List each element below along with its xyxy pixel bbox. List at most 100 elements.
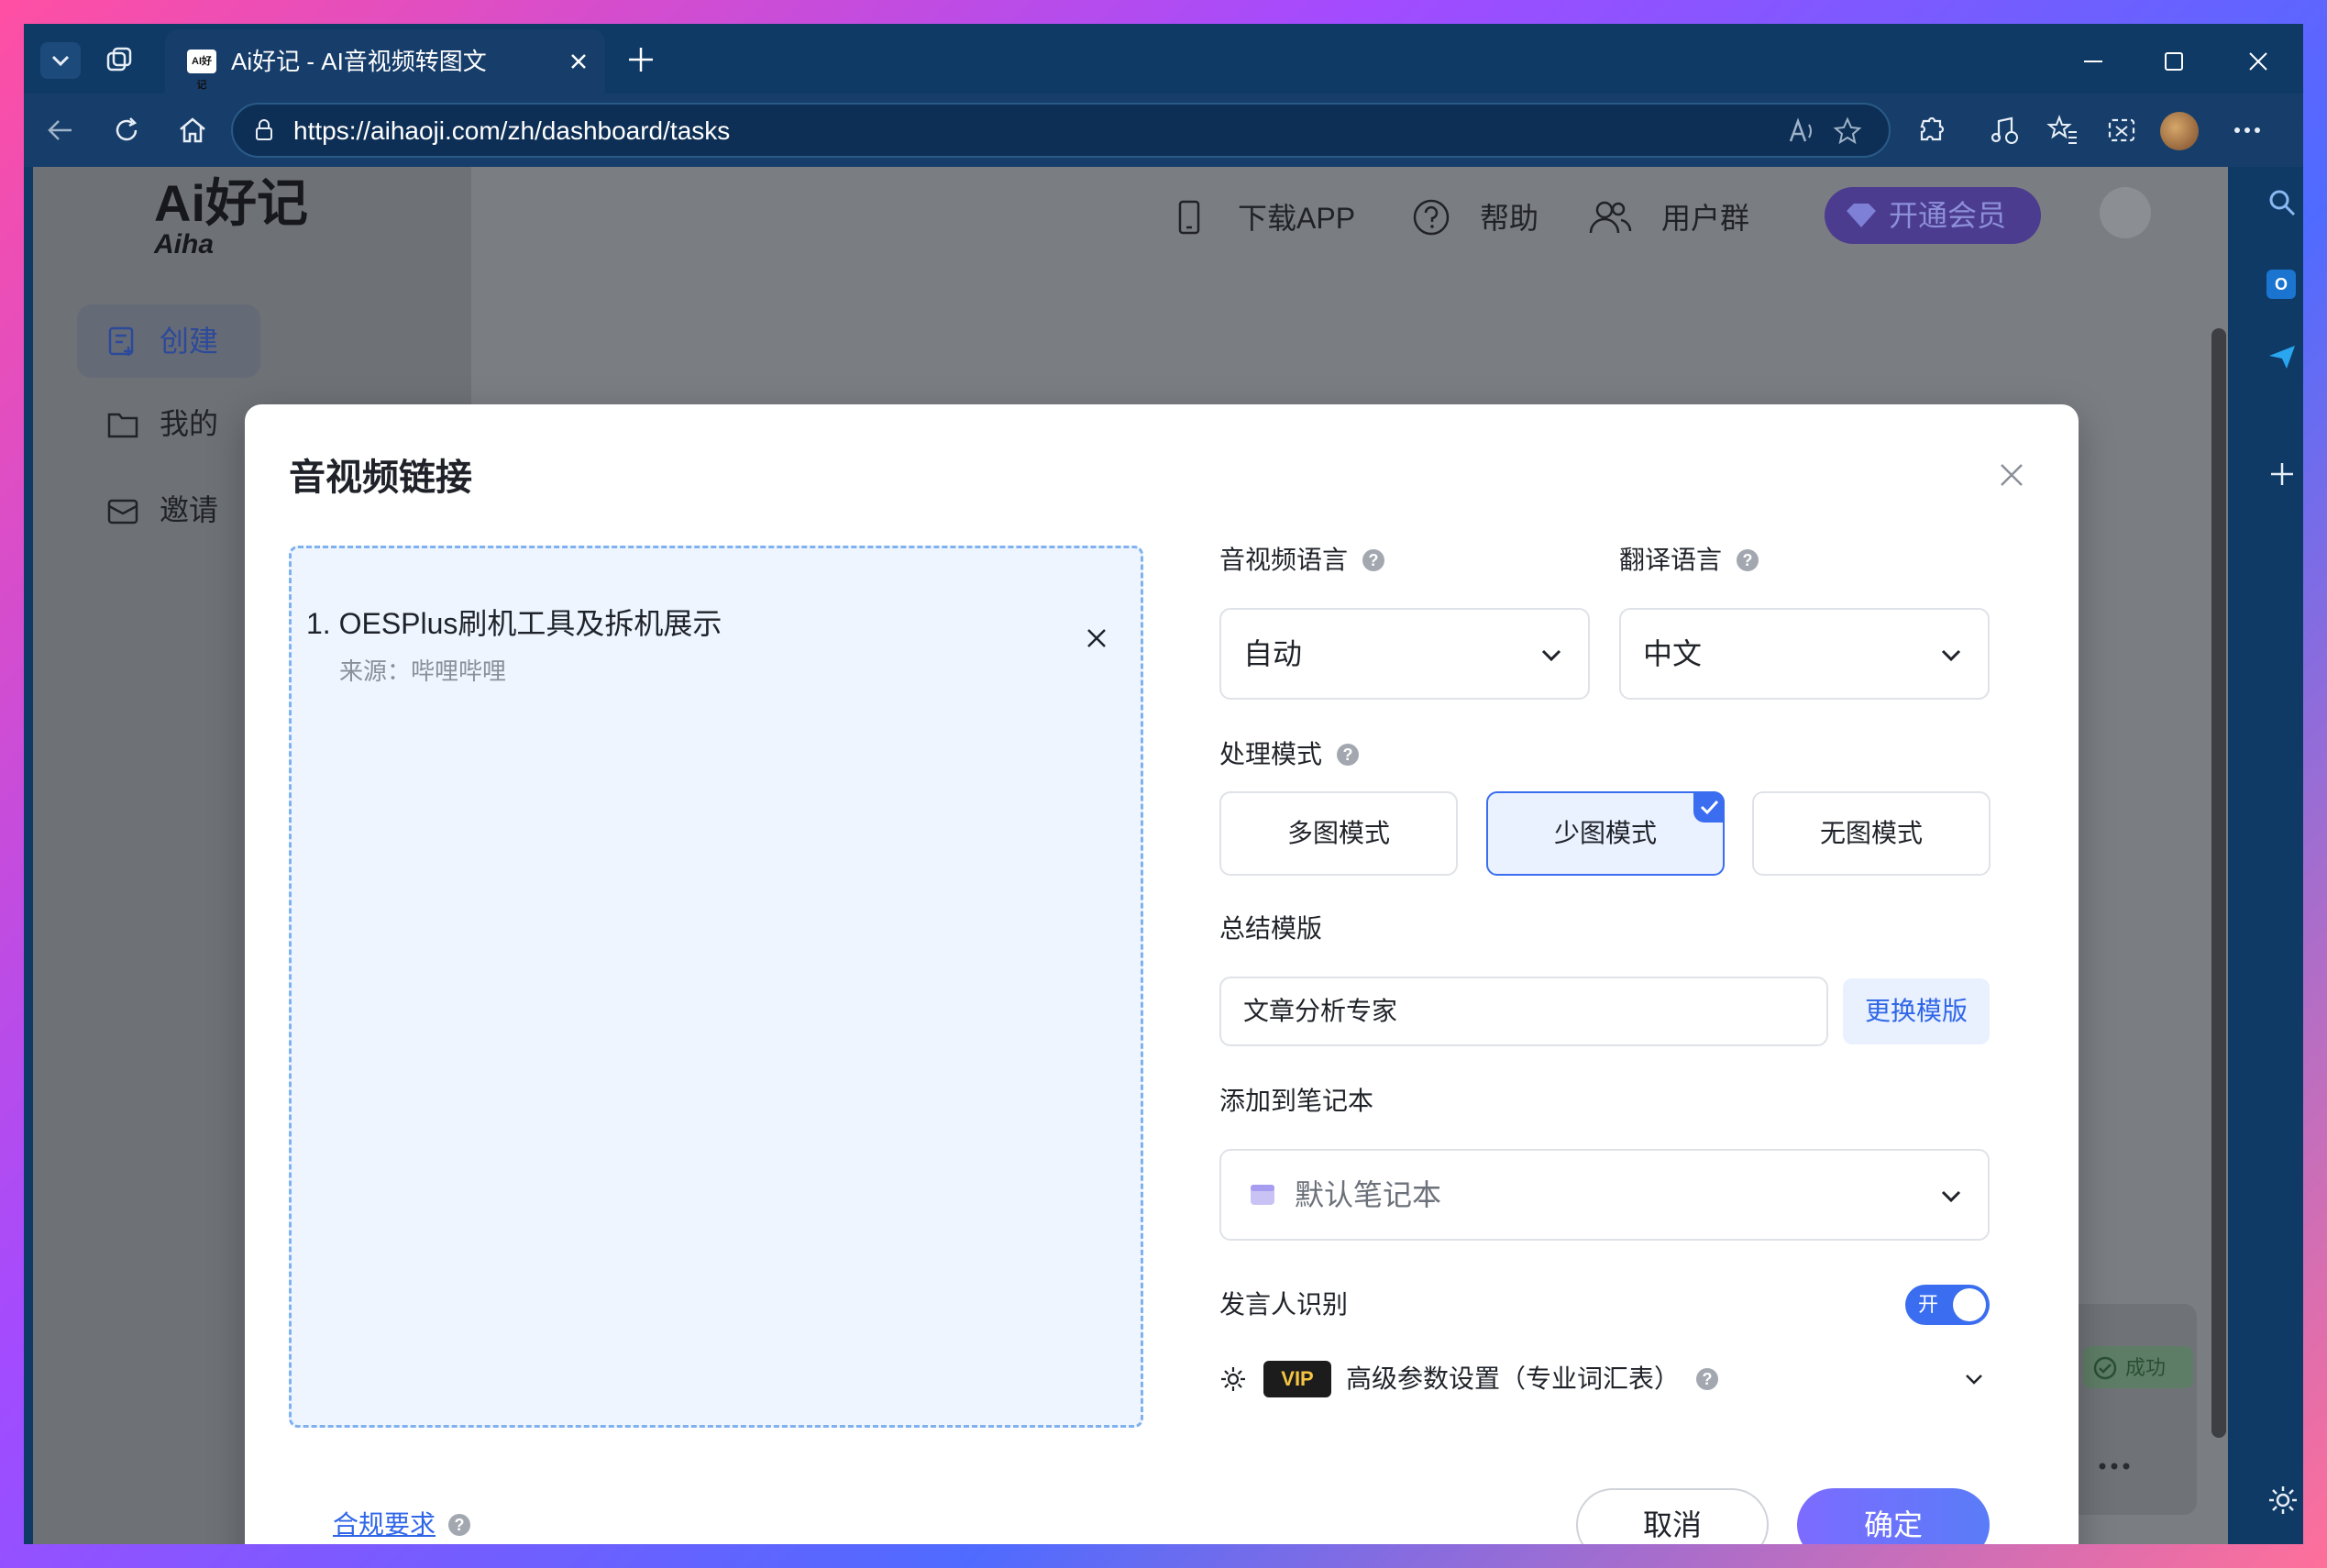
toggle-knob <box>1953 1288 1986 1321</box>
folder-icon <box>106 409 139 440</box>
notebook-value: 默认笔记本 <box>1295 1178 1442 1211</box>
advanced-settings-label: 高级参数设置（专业词汇表） <box>1346 1364 1681 1393</box>
screenshot-icon[interactable] <box>2105 114 2138 147</box>
help-circle-icon <box>1412 198 1450 237</box>
confirm-button[interactable]: 确定 <box>1797 1488 1990 1544</box>
address-toolbar: https://aihaoji.com/zh/dashboard/tasks <box>24 94 2303 167</box>
chevron-down-icon <box>1962 1367 1986 1391</box>
sidebar-item-label: 邀请 <box>160 493 219 526</box>
notebook-select[interactable]: 默认笔记本 <box>1219 1149 1990 1241</box>
cancel-button[interactable]: 取消 <box>1576 1488 1769 1544</box>
tab-close-icon[interactable] <box>568 51 589 72</box>
translate-language-label: 翻译语言 <box>1619 546 1723 574</box>
favorites-icon[interactable] <box>2046 114 2079 147</box>
site-logo[interactable]: Ai好记 <box>154 174 308 233</box>
audio-language-value: 自动 <box>1243 637 1303 670</box>
lock-icon[interactable] <box>251 117 277 143</box>
browser-right-sidebar: O <box>2261 167 2303 1544</box>
notebook-label: 添加到笔记本 <box>1219 1087 1374 1115</box>
user-group-label: 用户群 <box>1661 202 1750 235</box>
vip-badge: VIP <box>1263 1361 1331 1397</box>
translate-language-help-icon[interactable]: ? <box>1737 549 1759 571</box>
home-icon[interactable] <box>176 114 209 147</box>
extensions-icon[interactable] <box>1914 114 1947 147</box>
back-icon[interactable] <box>44 114 77 147</box>
create-icon <box>106 325 139 358</box>
task-status-label: 成功 <box>2125 1356 2167 1379</box>
chevron-down-icon <box>1538 643 1564 668</box>
sidebar-item-invite[interactable]: 邀请 <box>77 479 260 543</box>
mode-option-multi-image[interactable]: 多图模式 <box>1219 791 1458 876</box>
minimize-icon[interactable] <box>2081 50 2105 73</box>
close-window-icon[interactable] <box>2246 50 2270 73</box>
workspaces-icon[interactable] <box>103 44 136 77</box>
page-content: Ai好记 Aiha 创建 我的 邀请 下载APP 帮助 用户群 开通会员 成功 … <box>33 167 2228 1544</box>
audio-language-select[interactable]: 自动 <box>1219 608 1590 700</box>
page-scrollbar[interactable] <box>2211 328 2226 1438</box>
url-text[interactable]: https://aihaoji.com/zh/dashboard/tasks <box>293 114 730 149</box>
vip-membership-button[interactable]: 开通会员 <box>1825 187 2041 244</box>
diamond-icon <box>1845 202 1878 229</box>
favorite-star-icon[interactable] <box>1832 116 1863 147</box>
translate-language-value: 中文 <box>1643 637 1703 670</box>
vip-button-label: 开通会员 <box>1889 199 2007 232</box>
maximize-icon[interactable] <box>2162 50 2186 73</box>
task-more-icon[interactable] <box>2098 1462 2131 1471</box>
compliance-help-icon[interactable]: ? <box>448 1514 470 1536</box>
mode-option-few-image[interactable]: 少图模式 <box>1486 791 1725 876</box>
speaker-recognition-label: 发言人识别 <box>1219 1290 1349 1319</box>
tab-favicon: AI好记 <box>187 50 216 91</box>
phone-icon <box>1177 200 1201 235</box>
sidebar-item-create[interactable]: 创建 <box>77 304 260 378</box>
summary-template-label: 总结模版 <box>1219 914 1323 943</box>
audio-language-label: 音视频语言 <box>1219 546 1349 574</box>
process-mode-help-icon[interactable]: ? <box>1337 744 1359 766</box>
remove-link-icon[interactable] <box>1086 627 1108 649</box>
mode-option-label: 少图模式 <box>1553 819 1657 847</box>
add-sidebar-icon[interactable] <box>2266 458 2298 490</box>
link-item-title: 1. OESPlus刷机工具及拆机展示 <box>306 607 722 640</box>
download-app-label: 下载APP <box>1238 202 1356 235</box>
read-aloud-icon[interactable] <box>1786 116 1817 147</box>
media-icon[interactable] <box>1988 114 2021 147</box>
chevron-down-icon <box>1938 1184 1964 1209</box>
task-status-badge: 成功 <box>2083 1346 2193 1388</box>
chevron-down-icon <box>1938 643 1964 668</box>
url-bar[interactable]: https://aihaoji.com/zh/dashboard/tasks <box>231 103 1891 158</box>
translate-language-select[interactable]: 中文 <box>1619 608 1990 700</box>
summary-template-field[interactable]: 文章分析专家 <box>1219 977 1828 1046</box>
gear-icon <box>1219 1365 1247 1393</box>
summary-template-value: 文章分析专家 <box>1243 997 1398 1025</box>
dialog-close-icon[interactable] <box>1998 461 2025 489</box>
send-icon[interactable] <box>2266 341 2298 372</box>
advanced-help-icon[interactable]: ? <box>1696 1368 1718 1390</box>
compliance-link[interactable]: 合规要求 <box>333 1507 436 1543</box>
tab-list-icon[interactable] <box>40 42 81 79</box>
notebook-icon <box>1249 1182 1276 1208</box>
refresh-icon[interactable] <box>110 114 143 147</box>
advanced-settings-row[interactable]: VIP 高级参数设置（专业词汇表） ? <box>1219 1354 1990 1404</box>
speaker-recognition-toggle[interactable]: 开 <box>1905 1285 1990 1325</box>
user-avatar[interactable] <box>2100 187 2151 238</box>
sidebar-item-mine[interactable]: 我的 <box>77 392 260 457</box>
tab-title: Ai好记 - AI音视频转图文 <box>231 48 487 75</box>
sidebar-item-label: 我的 <box>160 407 219 440</box>
settings-icon[interactable] <box>2266 1484 2299 1517</box>
outlook-icon[interactable]: O <box>2266 270 2296 299</box>
mode-option-no-image[interactable]: 无图模式 <box>1752 791 1991 876</box>
toggle-text: 开 <box>1918 1293 1939 1316</box>
change-template-button[interactable]: 更换模版 <box>1843 978 1990 1044</box>
sidebar-item-label: 创建 <box>160 325 219 358</box>
audio-language-help-icon[interactable]: ? <box>1362 549 1384 571</box>
search-icon[interactable] <box>2266 187 2298 218</box>
more-menu-icon[interactable] <box>2233 125 2261 136</box>
new-tab-icon[interactable] <box>625 44 656 75</box>
link-list-area[interactable]: 1. OESPlus刷机工具及拆机展示 来源：哔哩哔哩 <box>289 546 1143 1428</box>
process-mode-label: 处理模式 <box>1219 740 1323 768</box>
browser-tab[interactable]: AI好记 Ai好记 - AI音视频转图文 <box>165 29 605 94</box>
selected-check-icon <box>1693 791 1725 823</box>
success-check-icon <box>2092 1355 2118 1381</box>
mail-icon <box>106 495 139 526</box>
media-link-dialog: 音视频链接 1. OESPlus刷机工具及拆机展示 来源：哔哩哔哩 音视频语言 … <box>245 404 2079 1544</box>
profile-avatar[interactable] <box>2160 112 2199 150</box>
